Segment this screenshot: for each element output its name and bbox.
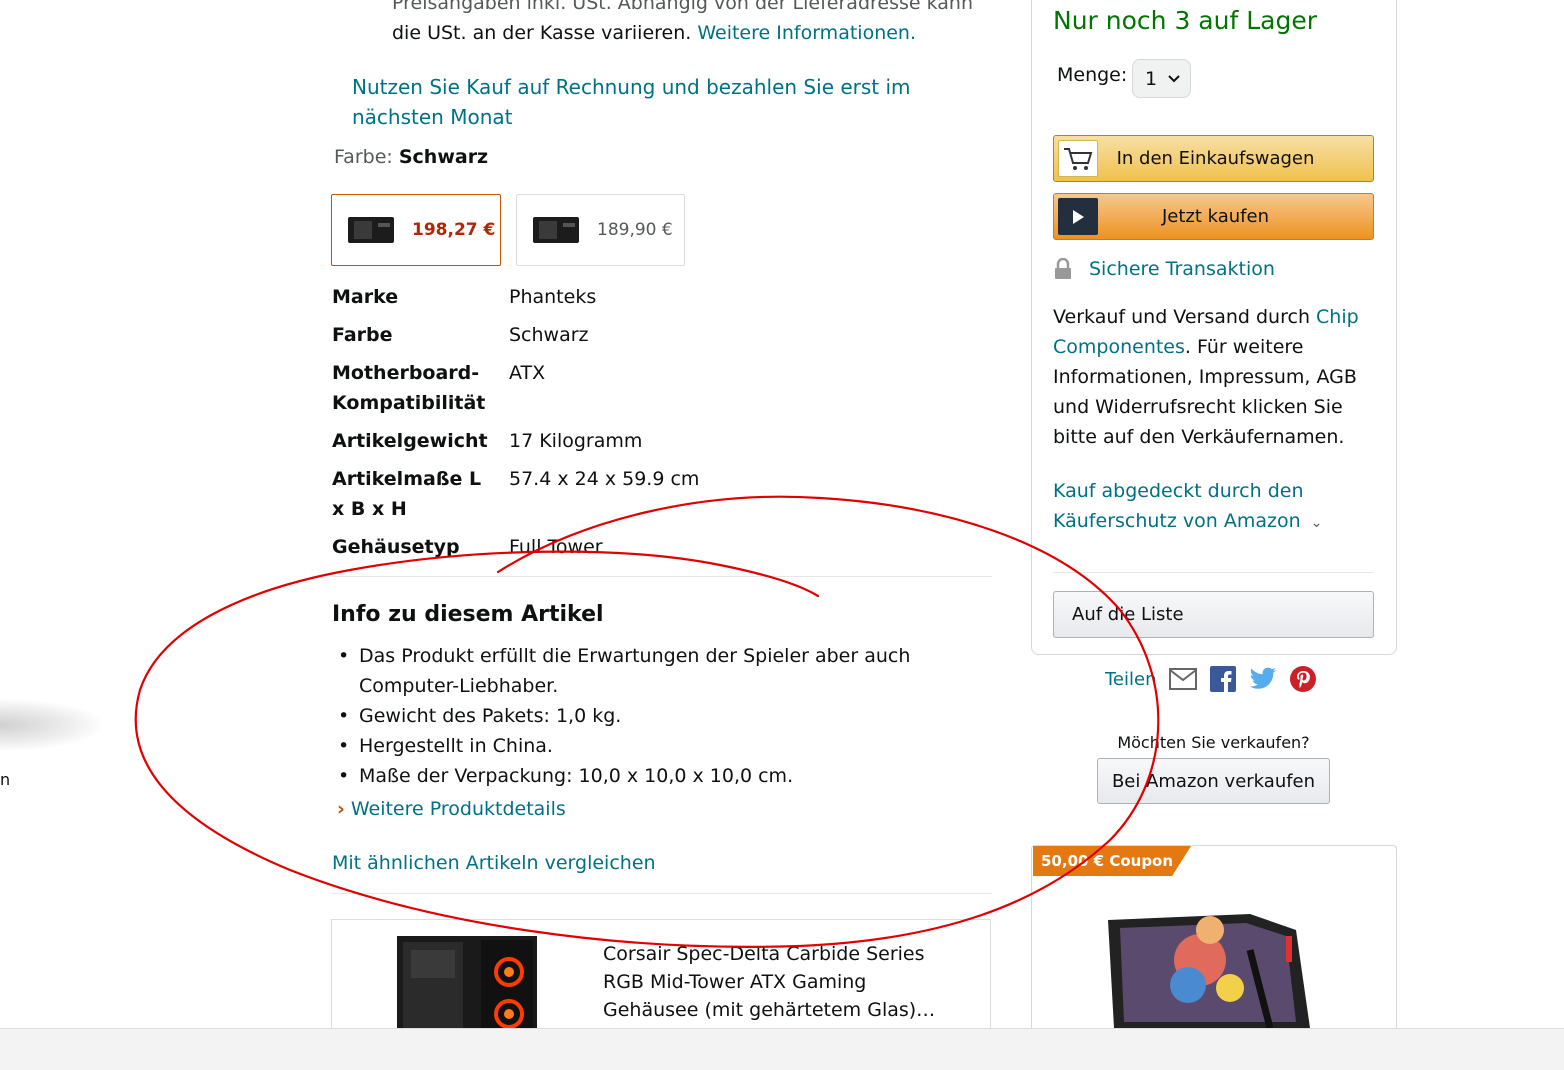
section-divider <box>332 893 992 894</box>
chevron-down-icon <box>1168 74 1180 82</box>
secure-transaction-label: Sichere Transaktion <box>1089 258 1275 280</box>
sold-by-text: Verkauf und Versand durch Chip Component… <box>1053 302 1373 452</box>
related-product-title[interactable]: Corsair Spec-Delta Carbide Series RGB Mi… <box>603 940 963 1024</box>
more-details-link[interactable]: › Weitere Produktdetails <box>337 798 566 820</box>
sell-button-label: Bei Amazon verkaufen <box>1111 770 1316 792</box>
spec-value: ATX <box>509 362 546 384</box>
quantity-label: Menge: <box>1057 64 1128 86</box>
swatch-price: 198,27 € <box>412 220 496 240</box>
color-label: Farbe: Schwarz <box>334 146 488 168</box>
price-note: Preisangaben inkl. USt. Abhängig von der… <box>392 0 992 48</box>
price-note-text: die USt. an der Kasse variieren. <box>392 22 698 44</box>
price-note-line1: Preisangaben inkl. USt. Abhängig von der… <box>392 0 974 14</box>
spec-row: Artikelgewicht 17 Kilogramm <box>332 426 992 456</box>
spec-value: 57.4 x 24 x 59.9 cm <box>509 468 700 490</box>
bullet-item: Das Produkt erfüllt die Erwartungen der … <box>336 641 956 701</box>
case-thumbnail-icon <box>348 217 394 243</box>
add-to-list-button[interactable]: Auf die Liste <box>1053 591 1374 638</box>
stock-status: Nur noch 3 auf Lager <box>1053 6 1317 35</box>
quantity-select[interactable]: 1 <box>1132 59 1191 98</box>
buy-now-button[interactable]: Jetzt kaufen <box>1053 193 1374 240</box>
add-to-cart-button[interactable]: In den Einkaufswagen <box>1053 135 1374 182</box>
color-swatch-selected[interactable]: 198,27 € <box>331 194 501 266</box>
share-bar: Teilen <box>1105 665 1317 693</box>
spec-key: Farbe <box>332 324 393 346</box>
feature-bullets: Das Produkt erfüllt die Erwartungen der … <box>336 641 956 791</box>
bullet-item: Gewicht des Pakets: 1,0 kg. <box>336 701 956 731</box>
spec-table: Marke Phanteks Farbe Schwarz Motherboard… <box>332 282 992 570</box>
color-label-value: Schwarz <box>398 146 489 168</box>
carousel-shadow <box>0 700 100 750</box>
sell-question: Möchten Sie verkaufen? <box>1117 733 1310 752</box>
spec-key: Gehäusetyp <box>332 536 460 558</box>
twitter-icon[interactable] <box>1249 665 1277 693</box>
spec-key: Artikelmaße L x B x H <box>332 468 482 520</box>
case-thumbnail-icon <box>533 217 579 243</box>
buy-box-divider <box>1053 572 1374 573</box>
pc-case-image <box>397 936 537 1028</box>
spec-row: Gehäusetyp Full Tower <box>332 532 992 562</box>
spec-row: Farbe Schwarz <box>332 320 992 350</box>
spec-value: Phanteks <box>509 286 597 308</box>
spec-row: Artikelmaße L x B x H 57.4 x 24 x 59.9 c… <box>332 464 992 524</box>
secure-transaction[interactable]: Sichere Transaktion <box>1053 258 1275 280</box>
spec-value: Schwarz <box>509 324 589 346</box>
more-info-link[interactable]: Weitere Informationen. <box>697 22 916 44</box>
lock-icon <box>1055 258 1071 279</box>
spec-value: Full Tower <box>509 536 603 558</box>
coupon-badge: 50,00 € Coupon <box>1033 846 1192 876</box>
add-to-cart-label: In den Einkaufswagen <box>1116 148 1315 169</box>
cart-icon <box>1058 140 1098 177</box>
chevron-right-icon: › <box>337 798 345 820</box>
info-title: Info zu diesem Artikel <box>332 602 604 627</box>
spec-key: Marke <box>332 286 399 308</box>
pinterest-icon[interactable] <box>1289 665 1317 693</box>
buyer-protection-label: Kauf abgedeckt durch den Käuferschutz vo… <box>1053 480 1304 532</box>
invoice-offer-link[interactable]: Nutzen Sie Kauf auf Rechnung und bezahle… <box>352 72 912 132</box>
swatch-price: 189,90 € <box>597 220 673 240</box>
buyer-protection-link[interactable]: Kauf abgedeckt durch den Käuferschutz vo… <box>1053 476 1353 538</box>
drawing-tablet-image <box>1108 914 1310 1028</box>
play-icon <box>1058 198 1098 235</box>
spec-key: Artikelgewicht <box>332 430 488 452</box>
facebook-icon[interactable] <box>1209 665 1237 693</box>
spec-key: Motherboard-Kompatibilität <box>332 362 486 414</box>
add-to-list-label: Auf die Liste <box>1072 604 1184 625</box>
section-divider <box>332 576 992 577</box>
sell-on-amazon-button[interactable]: Bei Amazon verkaufen <box>1097 758 1330 804</box>
cropped-text-fragment: n <box>0 770 11 789</box>
chevron-down-icon: ⌄ <box>1310 515 1323 531</box>
spec-value: 17 Kilogramm <box>509 430 643 452</box>
email-icon[interactable] <box>1168 665 1197 693</box>
sold-by-prefix: Verkauf und Versand durch <box>1053 306 1317 328</box>
bullet-item: Hergestellt in China. <box>336 731 956 761</box>
color-label-key: Farbe: <box>334 146 399 168</box>
quantity-value: 1 <box>1145 67 1158 90</box>
compare-link[interactable]: Mit ähnlichen Artikeln vergleichen <box>332 852 656 874</box>
share-label: Teilen <box>1105 668 1157 690</box>
spec-row: Motherboard-Kompatibilität ATX <box>332 358 992 418</box>
spec-row: Marke Phanteks <box>332 282 992 312</box>
buy-now-label: Jetzt kaufen <box>1161 206 1270 227</box>
bullet-item: Maße der Verpackung: 10,0 x 10,0 x 10,0 … <box>336 761 956 791</box>
more-details-label: Weitere Produktdetails <box>350 798 566 820</box>
color-swatch[interactable]: 189,90 € <box>516 194 685 266</box>
bottom-scroll-bar <box>0 1028 1564 1070</box>
